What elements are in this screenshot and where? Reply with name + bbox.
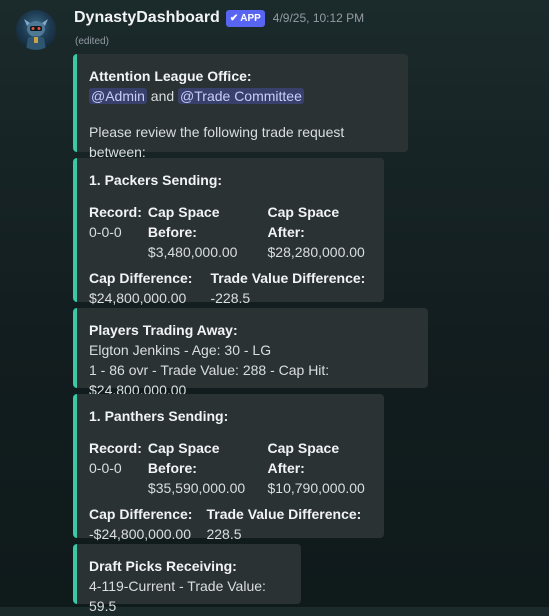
field-record: Record: 0-0-0 <box>89 438 142 498</box>
field-name: Cap Difference: <box>89 506 193 522</box>
robot-mascot-icon <box>24 19 48 50</box>
field-cap-after: Cap Space After: $28,280,000.00 <box>268 202 370 262</box>
field-name: Cap Space Before: <box>147 204 220 240</box>
field-value: 0-0-0 <box>89 224 122 240</box>
embed-packers-sending: 1. Packers Sending: Record: 0-0-0 Cap Sp… <box>73 158 384 306</box>
field-name: Cap Space After: <box>267 204 340 240</box>
field-trade-value-difference: Trade Value Difference: -228.5 <box>210 268 365 308</box>
field-value: $28,280,000.00 <box>267 244 365 260</box>
field-cap-after: Cap Space After: $10,790,000.00 <box>268 438 370 498</box>
field-name: Record: <box>89 204 142 220</box>
username[interactable]: DynastyDashboard <box>74 9 220 27</box>
field-cap-before: Cap Space Before: $35,590,000.00 <box>148 438 262 498</box>
message-header: DynastyDashboard ✔ APP 4/9/25, 10:12 PM <box>74 9 364 27</box>
mentions-line: @Admin and @Trade Committee <box>89 86 394 106</box>
field-trade-value-difference: Trade Value Difference: 228.5 <box>206 504 361 544</box>
timestamp[interactable]: 4/9/25, 10:12 PM <box>273 11 364 25</box>
draft-pick-line: 4-119-Current - Trade Value: 59.5 <box>89 578 266 614</box>
edited-label: (edited) <box>75 36 109 47</box>
field-name: Cap Space After: <box>267 440 340 476</box>
player-line: Elgton Jenkins - Age: 30 - LG <box>89 342 272 358</box>
field-record: Record: 0-0-0 <box>89 202 142 262</box>
mention-admin[interactable]: @Admin <box>89 88 147 104</box>
field-cap-before: Cap Space Before: $3,480,000.00 <box>148 202 262 262</box>
embed-panthers-sending: 1. Panthers Sending: Record: 0-0-0 Cap S… <box>73 394 384 542</box>
field-value: 228.5 <box>206 526 242 542</box>
embed-title: Players Trading Away: <box>89 322 238 338</box>
field-name: Trade Value Difference: <box>210 270 366 286</box>
app-badge: ✔ APP <box>225 9 265 27</box>
and-text: and <box>150 88 175 104</box>
embed-title: Draft Picks Receiving: <box>89 558 237 574</box>
mention-trade-committee[interactable]: @Trade Committee <box>178 88 304 104</box>
embed-body: Please review the following trade reques… <box>89 124 345 160</box>
field-value: 0-0-0 <box>89 460 122 476</box>
field-name: Cap Difference: <box>89 270 193 286</box>
embed-title: 1. Packers Sending: <box>89 172 223 188</box>
field-name: Trade Value Difference: <box>206 506 362 522</box>
app-badge-label: APP <box>240 12 261 24</box>
embed-intro: Attention League Office: @Admin and @Tra… <box>73 54 408 160</box>
field-name: Record: <box>89 440 142 456</box>
field-value: -228.5 <box>210 290 251 306</box>
field-value: $3,480,000.00 <box>147 244 238 260</box>
bot-avatar[interactable] <box>16 10 56 50</box>
field-value: -$24,800,000.00 <box>89 526 191 542</box>
embed-title: 1. Panthers Sending: <box>89 408 229 424</box>
field-value: $10,790,000.00 <box>267 480 365 496</box>
embed-heading: Attention League Office: <box>89 68 252 84</box>
embed-players-trading-away: Players Trading Away: Elgton Jenkins - A… <box>73 308 428 398</box>
field-name: Cap Space Before: <box>147 440 220 476</box>
field-cap-difference: Cap Difference: $24,800,000.00 <box>89 268 192 308</box>
field-value: $24,800,000.00 <box>89 290 187 306</box>
field-value: $35,590,000.00 <box>147 480 246 496</box>
verified-check-icon: ✔ <box>229 12 239 24</box>
field-cap-difference: Cap Difference: -$24,800,000.00 <box>89 504 192 544</box>
embed-draft-picks-receiving: Draft Picks Receiving: 4-119-Current - T… <box>73 544 301 614</box>
